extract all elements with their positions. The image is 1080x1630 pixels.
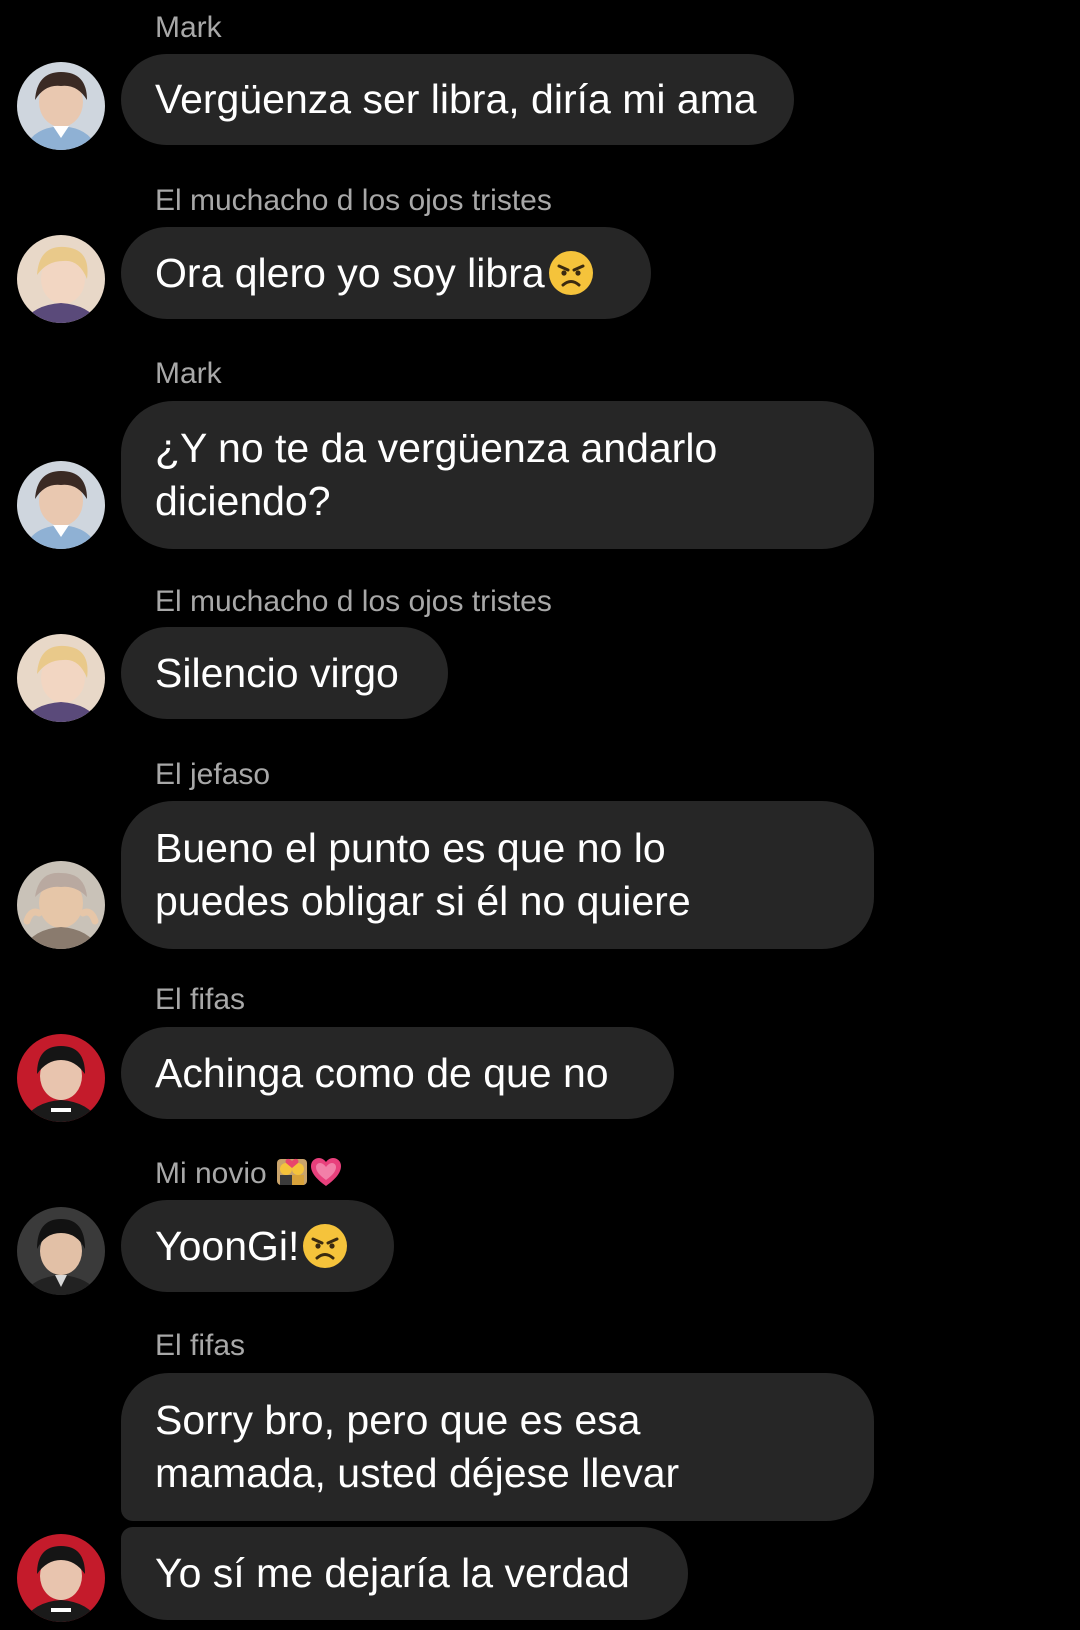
message-text: YoonGi! [155, 1222, 300, 1269]
avatar-fifas[interactable] [17, 1534, 105, 1622]
message-bubble[interactable]: Bueno el punto es que no lo puedes oblig… [121, 801, 874, 949]
sender-name: El muchacho d los ojos tristes [155, 585, 552, 618]
growing-heart-icon [309, 1155, 343, 1189]
message-text: Ora qlero yo soy libra [155, 249, 545, 296]
sender-name: El fifas [155, 983, 246, 1016]
sender-header: Mi novio [155, 1155, 343, 1192]
kiss-couple-icon [275, 1155, 309, 1189]
message-bubble[interactable]: Achinga como de que no [121, 1027, 674, 1119]
message-text: Achinga como de que no [155, 1049, 609, 1096]
avatar-fifas[interactable] [17, 1034, 105, 1122]
sender-name: El muchacho d los ojos tristes [155, 184, 552, 217]
message-bubble[interactable]: Vergüenza ser libra, diría mi ama [121, 54, 794, 145]
message-bubble[interactable]: YoonGi! [121, 1200, 394, 1292]
avatar-muchacho[interactable] [17, 235, 105, 323]
avatar-mi-novio[interactable] [17, 1207, 105, 1295]
chat-thread: Mark Vergüenza ser libra, diría mi ama E… [0, 0, 1080, 1630]
avatar-mark[interactable] [17, 62, 105, 150]
sender-name: Mark [155, 11, 222, 44]
sender-name: El fifas [155, 1329, 246, 1362]
message-bubble[interactable]: Silencio virgo [121, 627, 448, 719]
sender-name: Mark [155, 357, 222, 390]
message-bubble[interactable]: ¿Y no te da vergüenza andarlo diciendo? [121, 401, 874, 549]
avatar-muchacho[interactable] [17, 634, 105, 722]
message-text: Bueno el punto es que no lo puedes oblig… [155, 825, 691, 924]
angry-face-icon [301, 1222, 349, 1270]
message-bubble[interactable]: Yo sí me dejaría la verdad [121, 1527, 688, 1620]
message-text: ¿Y no te da vergüenza andarlo diciendo? [155, 425, 718, 524]
avatar-jefaso[interactable] [17, 861, 105, 949]
message-text: Vergüenza ser libra, diría mi ama [155, 76, 757, 122]
angry-face-icon [547, 249, 595, 297]
message-text: Silencio virgo [155, 649, 399, 696]
message-bubble[interactable]: Ora qlero yo soy libra [121, 227, 651, 319]
sender-name: El jefaso [155, 758, 271, 791]
message-text: Sorry bro, pero que es esa mamada, usted… [155, 1397, 680, 1496]
message-bubble[interactable]: Sorry bro, pero que es esa mamada, usted… [121, 1373, 874, 1521]
avatar-mark[interactable] [17, 461, 105, 549]
sender-name: Mi novio [155, 1157, 267, 1190]
message-text: Yo sí me dejaría la verdad [155, 1550, 630, 1596]
